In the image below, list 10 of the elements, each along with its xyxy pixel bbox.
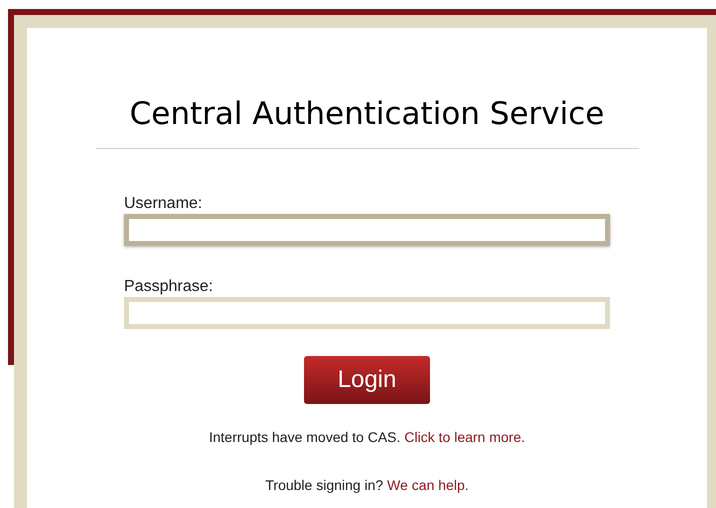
field-label: Passphrase: (124, 278, 214, 296)
notice-text: Trouble signing in? (265, 476, 384, 494)
input-field[interactable] (124, 297, 610, 329)
notice-text: Interrupts have moved to CAS. (208, 428, 400, 446)
help-link[interactable]: Click to learn more. (404, 428, 526, 446)
input-field[interactable] (124, 214, 610, 246)
field-label: Username: (124, 195, 204, 213)
help-link[interactable]: We can help. (387, 476, 469, 494)
page-title: Central Authentication Service (130, 95, 604, 134)
login-button[interactable]: Login (304, 356, 430, 404)
